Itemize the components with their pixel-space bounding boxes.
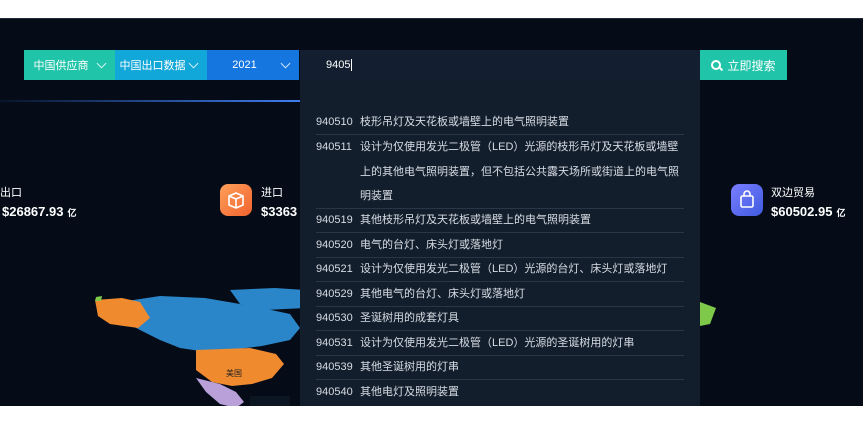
- suggestion-code: 940520: [316, 239, 353, 251]
- suggestion-item[interactable]: 940539 其他圣诞树用的灯串: [316, 355, 684, 380]
- suggestion-desc: 设计为仅使用发光二极管（LED）光源的圣诞树用的灯串: [360, 337, 635, 349]
- box-icon: [220, 184, 252, 216]
- search-button-label: 立即搜索: [727, 58, 776, 73]
- suggestion-desc: 其他电灯及照明装置: [360, 386, 459, 398]
- suggestion-desc: 圣诞树用的成套灯具: [360, 312, 459, 324]
- suggestion-code: 940521: [316, 263, 353, 275]
- export-unit: 亿: [67, 208, 77, 218]
- map-tooltip-shadow: [250, 396, 290, 406]
- data-type-select-value: 中国出口数据: [119, 60, 186, 72]
- suggestion-code: 940530: [316, 312, 353, 324]
- trade-dashboard: 中国供应商 中国出口数据 2021 9405 立即搜索 出口 $26867.93…: [0, 18, 863, 406]
- top-divider: [0, 18, 863, 19]
- suggestion-item[interactable]: 940511 设计为仅使用发光二极管（LED）光源的枝形吊灯及天花板或墙壁上的其…: [316, 135, 684, 209]
- search-query: 9405: [326, 59, 351, 71]
- suggestion-item[interactable]: 940510 枝形吊灯及天花板或墙壁上的电气照明装置: [316, 110, 684, 135]
- suggestion-desc: 设计为仅使用发光二极管（LED）光源的枝形吊灯及天花板或墙壁上的其他电气照明装置…: [360, 141, 679, 202]
- bilateral-unit: 亿: [836, 208, 846, 218]
- suggestion-code: 940531: [316, 337, 353, 349]
- year-select[interactable]: 2021: [207, 50, 299, 80]
- suggestion-desc: 其他枝形吊灯及天花板或墙壁上的电气照明装置: [360, 214, 591, 226]
- suggestion-desc: 电气的台灯、床头灯或落地灯: [360, 239, 503, 251]
- shopping-bag-icon: [731, 184, 763, 216]
- autocomplete-dropdown: 940510 枝形吊灯及天花板或墙壁上的电气照明装置 940511 设计为仅使用…: [300, 80, 700, 406]
- search-input[interactable]: 9405: [300, 50, 700, 80]
- suggestion-desc: 枝形吊灯及天花板或墙壁上的电气照明装置: [360, 116, 569, 128]
- chevron-down-icon: [188, 58, 199, 68]
- supplier-select[interactable]: 中国供应商: [24, 50, 115, 80]
- chevron-down-icon: [280, 58, 291, 68]
- year-select-value: 2021: [232, 59, 257, 71]
- map-label-usa: 美国: [226, 369, 242, 378]
- map-small-island: [95, 296, 102, 301]
- export-value: $26867.93 亿: [2, 204, 77, 219]
- chevron-down-icon: [96, 58, 107, 68]
- suggestion-code: 940539: [316, 361, 353, 373]
- suggestion-code: 940510: [316, 116, 353, 128]
- suggestion-item[interactable]: 940520 电气的台灯、床头灯或落地灯: [316, 233, 684, 258]
- suggestion-code: 940540: [316, 386, 353, 398]
- supplier-select-value: 中国供应商: [33, 60, 89, 72]
- suggestion-item[interactable]: 940531 设计为仅使用发光二极管（LED）光源的圣诞树用的灯串: [316, 331, 684, 356]
- suggestion-item[interactable]: 940540 其他电灯及照明装置: [316, 380, 684, 404]
- accent-line: [0, 100, 300, 102]
- export-label: 出口: [0, 187, 22, 199]
- suggestion-desc: 设计为仅使用发光二极管（LED）光源的台灯、床头灯或落地灯: [360, 263, 668, 275]
- suggestion-code: 940519: [316, 214, 353, 226]
- suggestion-item[interactable]: 940521 设计为仅使用发光二极管（LED）光源的台灯、床头灯或落地灯: [316, 257, 684, 282]
- search-button[interactable]: 立即搜索: [700, 50, 787, 80]
- suggestion-item[interactable]: 940519 其他枝形吊灯及天花板或墙壁上的电气照明装置: [316, 208, 684, 233]
- suggestion-desc: 其他圣诞树用的灯串: [360, 361, 459, 373]
- bilateral-value: $60502.95 亿: [771, 204, 846, 219]
- import-label: 进口: [261, 187, 283, 199]
- bilateral-label: 双边贸易: [771, 187, 815, 199]
- suggestion-desc: 其他电气的台灯、床头灯或落地灯: [360, 288, 525, 300]
- text-caret: [351, 59, 353, 71]
- search-icon: [711, 60, 722, 70]
- suggestion-code: 940529: [316, 288, 353, 300]
- data-type-select[interactable]: 中国出口数据: [115, 50, 207, 80]
- suggestion-item[interactable]: 940529 其他电气的台灯、床头灯或落地灯: [316, 282, 684, 307]
- map-usa: [196, 348, 284, 386]
- import-value: $3363: [261, 204, 298, 219]
- suggestion-item[interactable]: 940530 圣诞树用的成套灯具: [316, 306, 684, 331]
- suggestion-code: 940511: [316, 141, 352, 153]
